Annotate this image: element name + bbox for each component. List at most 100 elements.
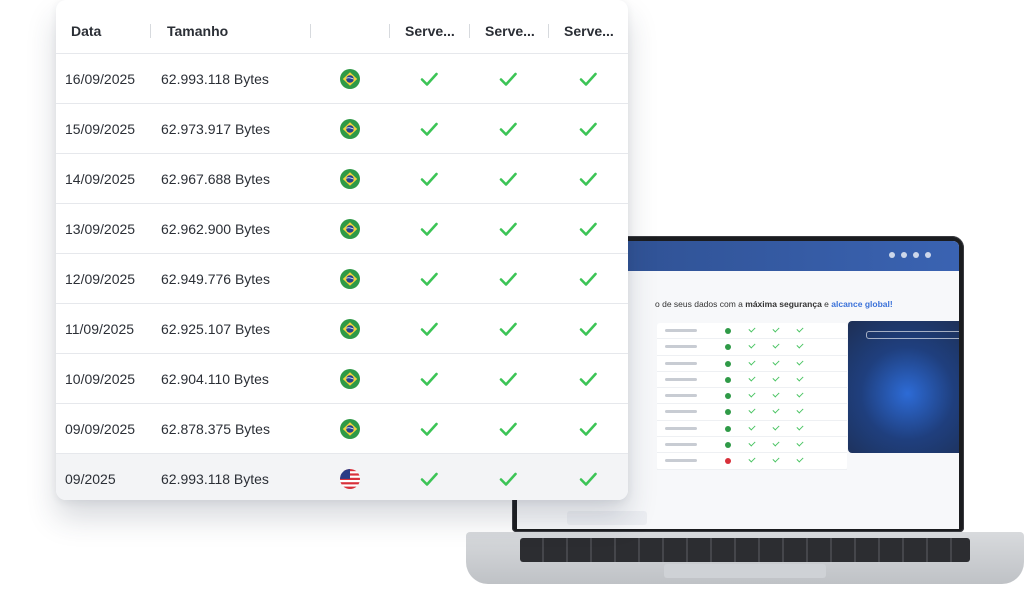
table-row[interactable]: 14/09/2025 62.967.688 Bytes	[56, 154, 628, 204]
mini-check-icon	[748, 439, 756, 447]
mini-check-icon	[772, 325, 780, 333]
brazil-flag-icon	[340, 369, 360, 389]
trackpad	[664, 564, 826, 578]
brazil-flag-icon	[340, 119, 360, 139]
row-date: 10/09/2025	[65, 371, 136, 387]
check-icon	[419, 369, 439, 389]
mini-check-icon	[772, 455, 780, 463]
row-date: 09/2025	[65, 471, 116, 487]
check-icon	[578, 269, 598, 289]
map-banner	[866, 331, 959, 339]
column-divider	[469, 24, 470, 38]
check-icon	[498, 419, 518, 439]
check-icon	[498, 369, 518, 389]
table-row[interactable]: 16/09/2025 62.993.118 Bytes	[56, 54, 628, 104]
table-row[interactable]: 15/09/2025 62.973.917 Bytes	[56, 104, 628, 154]
mini-check-icon	[796, 423, 804, 431]
brazil-flag-icon	[340, 69, 360, 89]
check-icon	[578, 69, 598, 89]
mini-flag-icon	[725, 393, 731, 400]
check-icon	[578, 119, 598, 139]
check-icon	[498, 69, 518, 89]
column-header-server-1[interactable]: Serve...	[405, 0, 455, 54]
row-date: 14/09/2025	[65, 171, 136, 187]
mini-flag-icon	[725, 458, 731, 465]
mini-row-text	[665, 443, 697, 447]
mini-row-text	[665, 426, 697, 430]
check-icon	[578, 169, 598, 189]
table-row[interactable]: 09/2025 62.993.118 Bytes	[56, 454, 628, 500]
mini-flag-icon	[725, 376, 731, 383]
brazil-flag-icon	[340, 419, 360, 439]
mini-row-text	[665, 394, 697, 398]
check-icon	[498, 219, 518, 239]
check-icon	[498, 469, 518, 489]
table-row[interactable]: 12/09/2025 62.949.776 Bytes	[56, 254, 628, 304]
table-row[interactable]: 10/09/2025 62.904.110 Bytes	[56, 354, 628, 404]
column-divider	[389, 24, 390, 38]
mini-row-text	[665, 345, 697, 349]
row-size: 62.878.375 Bytes	[161, 421, 270, 437]
table-row[interactable]: 09/09/2025 62.878.375 Bytes	[56, 404, 628, 454]
brazil-flag-icon	[340, 269, 360, 289]
mini-flag-icon	[725, 409, 731, 416]
row-size: 62.949.776 Bytes	[161, 271, 270, 287]
mini-check-icon	[772, 423, 780, 431]
table-header: Data Tamanho Serve... Serve... Serve...	[56, 0, 628, 54]
check-icon	[419, 169, 439, 189]
brazil-flag-icon	[340, 219, 360, 239]
mini-check-icon	[748, 406, 756, 415]
laptop-base	[466, 532, 1024, 584]
column-divider	[310, 24, 311, 38]
table-row[interactable]: 13/09/2025 62.962.900 Bytes	[56, 204, 628, 254]
mini-table-row	[657, 372, 847, 389]
check-icon	[419, 219, 439, 239]
mini-check-icon	[796, 439, 804, 447]
column-header-server-3[interactable]: Serve...	[564, 0, 614, 54]
check-icon	[498, 319, 518, 339]
check-icon	[578, 319, 598, 339]
topbar-icon	[901, 252, 907, 258]
check-icon	[498, 169, 518, 189]
screen-headline: o de seus dados com a máxima segurança e…	[655, 299, 893, 309]
mini-check-icon	[748, 358, 756, 366]
mini-row-text	[665, 410, 697, 414]
check-icon	[419, 119, 439, 139]
mini-check-icon	[748, 341, 756, 349]
column-header-tamanho[interactable]: Tamanho	[167, 0, 228, 54]
row-date: 11/09/2025	[65, 321, 135, 337]
mini-flag-icon	[725, 425, 731, 432]
column-header-data[interactable]: Data	[71, 0, 101, 54]
mini-check-icon	[796, 374, 804, 382]
world-map-panel	[848, 321, 959, 453]
row-size: 62.973.917 Bytes	[161, 121, 270, 137]
topbar-icon	[913, 252, 919, 258]
mini-check-icon	[748, 455, 756, 463]
row-date: 16/09/2025	[65, 71, 136, 87]
mini-check-icon	[796, 341, 804, 349]
row-size: 62.925.107 Bytes	[161, 321, 270, 337]
screen-mini-table	[657, 323, 847, 470]
brazil-flag-icon	[340, 169, 360, 189]
check-icon	[419, 269, 439, 289]
mini-check-icon	[796, 455, 804, 463]
check-icon	[498, 269, 518, 289]
mini-check-icon	[796, 358, 804, 366]
table-row[interactable]: 11/09/2025 62.925.107 Bytes	[56, 304, 628, 354]
mini-flag-icon	[725, 360, 731, 367]
check-icon	[498, 119, 518, 139]
backup-table-card: Data Tamanho Serve... Serve... Serve... …	[56, 0, 628, 500]
topbar-icon	[889, 252, 895, 258]
column-divider	[548, 24, 549, 38]
row-date: 13/09/2025	[65, 221, 136, 237]
mini-flag-icon	[725, 344, 731, 351]
mini-row-text	[665, 361, 697, 365]
check-icon	[578, 369, 598, 389]
mini-row-text	[665, 459, 697, 463]
mini-table-row	[657, 323, 847, 340]
row-size: 62.967.688 Bytes	[161, 171, 270, 187]
column-header-server-2[interactable]: Serve...	[485, 0, 535, 54]
mini-check-icon	[748, 374, 756, 382]
check-icon	[419, 69, 439, 89]
mini-check-icon	[748, 423, 756, 431]
